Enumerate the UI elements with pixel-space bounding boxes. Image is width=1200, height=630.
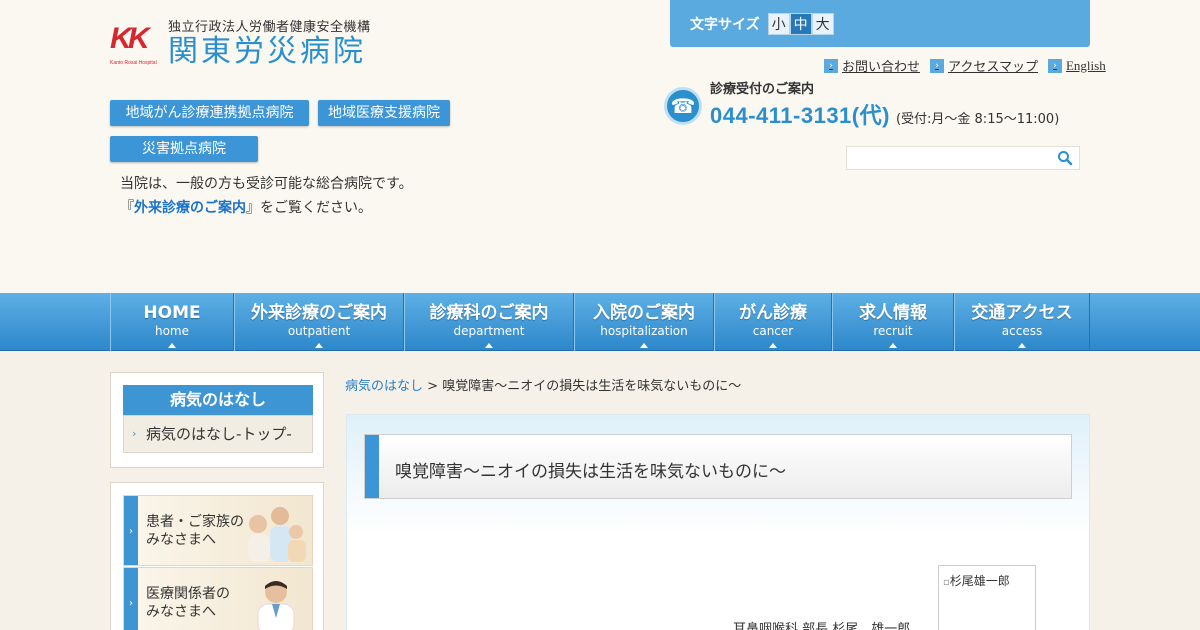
nav-cancer-sublabel: cancer <box>752 324 794 338</box>
access-map-link-label: アクセスマップ <box>948 60 1038 75</box>
sidebar-box-title: 病気のはなし <box>123 385 313 415</box>
outpatient-link[interactable]: 外来診療のご案内 <box>134 200 246 216</box>
font-size-medium-button[interactable]: 中 <box>789 12 812 35</box>
intro-line-2: 『外来診療のご案内』をご覧ください。 <box>120 196 413 220</box>
caret-up-icon <box>889 343 897 348</box>
site-header: KK Kanto Rosai Hospital 独立行政法人労働者健康安全機構 … <box>0 0 1200 293</box>
nav-hospitalization-label: 入院のご案内 <box>593 303 695 323</box>
phone-label: 診療受付のご案内 <box>710 82 815 97</box>
chevron-right-icon: › <box>124 496 138 565</box>
breadcrumb-link-disease[interactable]: 病気のはなし <box>345 379 423 394</box>
nav-access[interactable]: 交通アクセス access <box>954 293 1090 351</box>
nav-department[interactable]: 診療科のご案内 department <box>404 293 574 351</box>
sidebar-audience-box: › 患者・ご家族の みなさまへ › 医療関係者の みなさまへ <box>110 482 324 630</box>
font-size-large-button[interactable]: 大 <box>811 12 834 35</box>
logo-mark-icon: KK Kanto Rosai Hospital <box>110 22 157 66</box>
chevron-right-icon: › <box>930 58 945 73</box>
intro-bracket-open: 『 <box>120 200 134 216</box>
nav-access-label: 交通アクセス <box>971 303 1073 323</box>
caret-up-icon <box>769 343 777 348</box>
search-input[interactable] <box>847 147 1047 169</box>
badge-disaster-hub[interactable]: 災害拠点病院 <box>110 136 258 162</box>
author-name: 耳鼻咽喉科 部長 杉尾 雄一郎 <box>733 622 911 630</box>
nav-recruit-sublabel: recruit <box>873 324 913 338</box>
chevron-right-icon: › <box>132 427 137 440</box>
caret-up-icon <box>485 343 493 348</box>
utility-links: › お問い合わせ › アクセスマップ › English <box>824 56 1106 75</box>
sidebar-disease-box: 病気のはなし › 病気のはなし-トップ- <box>110 372 324 468</box>
english-link-label: English <box>1065 57 1106 73</box>
author-photo-alt: 杉尾雄一郎 <box>949 574 1010 588</box>
doctor-photo-icon <box>257 581 295 630</box>
contact-link-label: お問い合わせ <box>842 60 921 75</box>
sidebar-card-patients[interactable]: › 患者・ご家族の みなさまへ <box>123 495 313 566</box>
nav-home-sublabel: home <box>154 324 190 338</box>
caret-up-icon <box>315 343 323 348</box>
breadcrumb: 病気のはなし > 嗅覚障害～ニオイの損失は生活を味気ないものに～ <box>345 375 741 394</box>
hospital-logo[interactable]: KK Kanto Rosai Hospital 独立行政法人労働者健康安全機構 … <box>110 20 371 70</box>
nav-hospitalization-sublabel: hospitalization <box>600 324 688 338</box>
search-icon[interactable] <box>1057 150 1073 166</box>
nav-home[interactable]: HOME home <box>110 293 234 351</box>
nav-outpatient-sublabel: outpatient <box>287 324 351 338</box>
nav-access-sublabel: access <box>1001 324 1043 338</box>
sidebar-card-line2: みなさまへ <box>146 604 216 620</box>
intro-text: 当院は、一般の方も受診可能な総合病院です。 『外来診療のご案内』をご覧ください。 <box>120 172 413 220</box>
contact-link[interactable]: › お問い合わせ <box>824 56 920 75</box>
badge-cancer-hub[interactable]: 地域がん診療連携拠点病院 <box>110 100 309 126</box>
nav-cancer-label: がん診療 <box>739 303 807 323</box>
phone-icon: ☎ <box>664 87 702 125</box>
nav-recruit-label: 求人情報 <box>859 303 927 323</box>
sidebar-card-line2: みなさまへ <box>146 532 216 548</box>
sidebar-item-label: 病気のはなし-トップ- <box>146 425 292 443</box>
access-map-link[interactable]: › アクセスマップ <box>930 56 1038 75</box>
badge-regional-support[interactable]: 地域医療支援病院 <box>318 100 450 126</box>
font-size-label: 文字サイズ <box>690 16 760 33</box>
author-photo: ▫杉尾雄一郎 <box>938 565 1036 630</box>
chevron-right-icon: › <box>824 58 838 73</box>
sidebar-card-medical-staff[interactable]: › 医療関係者の みなさまへ <box>123 567 313 630</box>
nav-outpatient-label: 外来診療のご案内 <box>251 303 387 323</box>
logo-mark-subtext: Kanto Rosai Hospital <box>110 60 157 66</box>
global-navigation: HOME home 外来診療のご案内 outpatient 診療科のご案内 de… <box>0 293 1200 351</box>
phone-hours: (受付:月〜金 8:15〜11:00) <box>895 112 1060 127</box>
sidebar-card-label: 患者・ご家族の みなさまへ <box>146 513 244 549</box>
sidebar-card-label: 医療関係者の みなさまへ <box>146 585 230 621</box>
nav-hospitalization[interactable]: 入院のご案内 hospitalization <box>574 293 714 351</box>
nav-outpatient[interactable]: 外来診療のご案内 outpatient <box>234 293 404 351</box>
caret-up-icon <box>168 343 176 348</box>
breadcrumb-current: 嗅覚障害～ニオイの損失は生活を味気ないものに～ <box>442 379 742 394</box>
intro-line-1: 当院は、一般の方も受診可能な総合病院です。 <box>120 176 413 192</box>
chevron-right-icon: › <box>124 568 138 630</box>
nav-home-label: HOME <box>143 303 201 323</box>
chevron-right-icon: › <box>1047 58 1062 73</box>
nav-cancer[interactable]: がん診療 cancer <box>714 293 832 351</box>
phone-info: ☎ 診療受付のご案内 044-411-3131(代) (受付:月〜金 8:15〜… <box>664 82 1059 130</box>
caret-up-icon <box>1018 343 1026 348</box>
font-size-switcher: 文字サイズ 小 中 大 <box>670 0 1090 47</box>
sidebar-item-disease-top[interactable]: › 病気のはなし-トップ- <box>123 415 313 453</box>
site-search <box>846 146 1080 170</box>
sidebar-card-line1: 患者・ご家族の <box>146 514 244 530</box>
family-photo-icon <box>248 507 306 562</box>
caret-up-icon <box>640 343 648 348</box>
english-link[interactable]: › English <box>1047 56 1106 75</box>
breadcrumb-separator: > <box>423 379 443 394</box>
phone-number[interactable]: 044-411-3131(代) <box>710 98 890 130</box>
nav-department-label: 診療科のご案内 <box>429 303 549 323</box>
nav-department-sublabel: department <box>453 324 525 338</box>
title-accent-bar <box>365 435 379 498</box>
hospital-name: 関東労災病院 <box>168 34 366 69</box>
article-title-bar: 嗅覚障害～ニオイの損失は生活を味気ないものに～ <box>364 434 1072 499</box>
intro-line-2-suffix: 』をご覧ください。 <box>246 200 372 216</box>
broken-image-icon: ▫ <box>943 577 950 588</box>
nav-recruit[interactable]: 求人情報 recruit <box>832 293 954 351</box>
page-title: 嗅覚障害～ニオイの損失は生活を味気ないものに～ <box>395 462 786 482</box>
sidebar-card-line1: 医療関係者の <box>146 586 230 602</box>
font-size-small-button[interactable]: 小 <box>767 12 790 35</box>
